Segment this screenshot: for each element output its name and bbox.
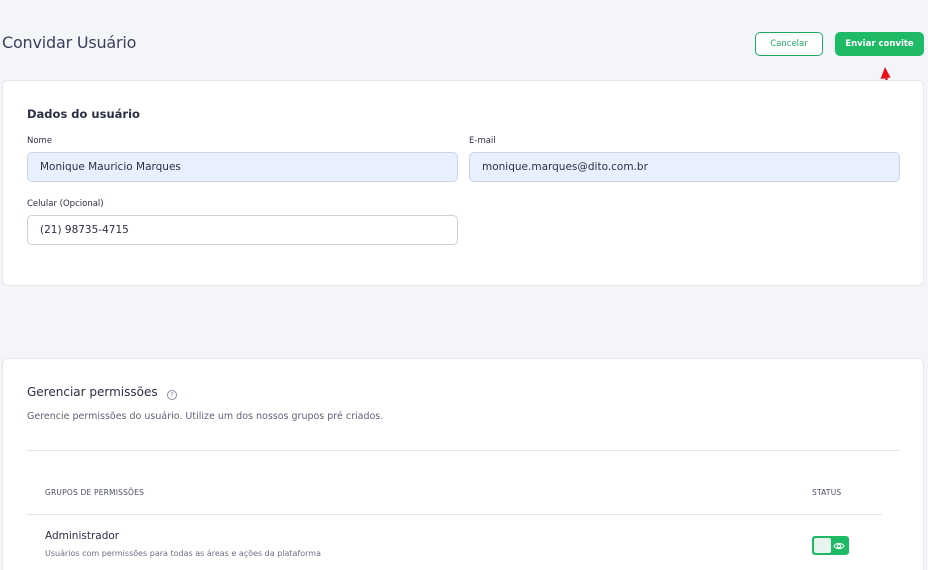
permissions-card: Gerenciar permissões ? Gerencie permissõ… [2, 358, 924, 570]
permissions-description: Gerencie permissões do usuário. Utilize … [27, 411, 384, 422]
user-data-card: Dados do usuário Nome Monique Mauricio M… [2, 80, 924, 286]
eye-icon [833, 542, 845, 550]
section-title: Dados do usuário [27, 107, 140, 121]
status-toggle[interactable] [812, 536, 849, 555]
column-header-status: STATUS [812, 488, 842, 497]
name-label: Nome [27, 136, 53, 146]
table-divider [27, 514, 882, 515]
email-label: E-mail [469, 136, 496, 146]
permissions-title: Gerenciar permissões [27, 385, 158, 399]
page-title: Convidar Usuário [2, 33, 137, 52]
toggle-knob [814, 538, 831, 553]
group-description: Usuários com permissões para todas as ár… [45, 549, 321, 558]
cancel-button[interactable]: Cancelar [755, 32, 823, 56]
divider [27, 450, 900, 451]
help-circle-icon[interactable]: ? [167, 390, 177, 400]
group-name: Administrador [45, 530, 120, 542]
send-invite-button[interactable]: Enviar convite [835, 32, 924, 56]
phone-field[interactable]: (21) 98735-4715 [27, 215, 458, 245]
phone-label: Celular (Opcional) [27, 199, 104, 209]
column-header-groups: GRUPOS DE PERMISSÕES [45, 488, 145, 497]
email-field[interactable]: monique.marques@dito.com.br [469, 152, 900, 182]
name-field[interactable]: Monique Mauricio Marques [27, 152, 458, 182]
